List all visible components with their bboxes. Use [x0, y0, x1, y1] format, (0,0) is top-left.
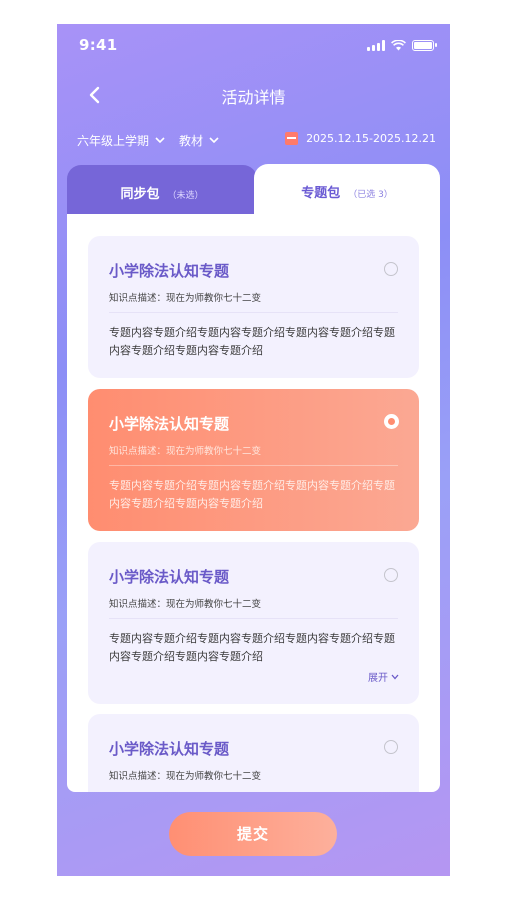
grade-filter-label: 六年级上学期: [77, 134, 150, 148]
tab-sync-label: 同步包: [120, 187, 160, 202]
grade-filter[interactable]: 六年级上学期: [77, 132, 165, 149]
chevron-down-icon: [391, 674, 399, 679]
divider: [109, 618, 398, 619]
signal-icon: [367, 40, 385, 51]
radio-icon[interactable]: [384, 568, 398, 582]
topic-list-panel: 小学除法认知专题 知识点描述：现在为师教你七十二变 专题内容专题介绍专题内容专题…: [67, 214, 440, 792]
topic-card[interactable]: 小学除法认知专题 知识点描述：现在为师教你七十二变 专题内容专题介绍专题内容专题…: [88, 236, 419, 378]
textbook-filter[interactable]: 教材: [179, 132, 219, 149]
submit-button[interactable]: 提交: [169, 812, 337, 856]
topic-card[interactable]: 小学除法认知专题 知识点描述：现在为师教你七十二变 专题内容专题介绍专题内容专题…: [88, 542, 419, 704]
date-range-text: 2025.12.15-2025.12.21: [306, 132, 436, 145]
radio-selected-icon[interactable]: [384, 414, 399, 429]
navbar: 活动详情: [57, 82, 450, 112]
topic-card-selected[interactable]: 小学除法认知专题 知识点描述：现在为师教你七十二变 专题内容专题介绍专题内容专题…: [88, 389, 419, 531]
status-time: 9:41: [79, 36, 118, 54]
topic-card-body: 专题内容专题介绍专题内容专题介绍专题内容专题介绍专题内容专题介绍专题内容专题介绍: [109, 632, 395, 663]
expand-label: 展开: [368, 673, 388, 684]
page-title: 活动详情: [221, 88, 286, 107]
topic-card-desc: 知识点描述：现在为师教你七十二变: [109, 293, 262, 304]
chevron-down-icon: [155, 137, 165, 144]
topic-card-body: 专题内容专题介绍专题内容专题介绍专题内容专题介绍专题内容专题介绍专题内容专题介绍: [109, 479, 395, 510]
textbook-filter-label: 教材: [179, 134, 204, 148]
topic-card-body: 专题内容专题介绍专题内容专题介绍专题内容专题介绍专题内容专题介绍专题内容专题介绍: [109, 326, 395, 357]
wifi-icon: [391, 40, 406, 51]
status-icons: [367, 40, 437, 51]
topic-card-title: 小学除法认知专题: [109, 262, 230, 280]
topic-card[interactable]: 小学除法认知专题 知识点描述：现在为师教你七十二变: [88, 714, 419, 792]
topic-card-title: 小学除法认知专题: [109, 740, 230, 758]
tab-topic-label: 专题包: [301, 186, 341, 201]
calendar-icon: [285, 132, 299, 145]
topic-card-desc: 知识点描述：现在为师教你七十二变: [109, 446, 262, 457]
status-bar: 9:41: [57, 24, 450, 70]
tab-topic-sub: （已选 3）: [348, 190, 393, 200]
radio-icon[interactable]: [384, 262, 398, 276]
topic-card-desc: 知识点描述：现在为师教你七十二变: [109, 599, 262, 610]
divider: [109, 465, 398, 466]
divider: [109, 312, 398, 313]
tab-sync-sub: （未选）: [167, 191, 204, 201]
battery-icon: [412, 40, 437, 51]
radio-icon[interactable]: [384, 740, 398, 754]
phone-screen: 9:41 活动详情 六年级上学期 教材 2025.12.15-2025.12.2…: [57, 24, 450, 876]
topic-card-title: 小学除法认知专题: [109, 568, 230, 586]
tab-topic-package[interactable]: 专题包 （已选 3）: [254, 164, 440, 218]
chevron-down-icon: [209, 137, 219, 144]
topic-card-title: 小学除法认知专题: [109, 415, 230, 433]
expand-button[interactable]: 展开: [368, 669, 399, 684]
filter-bar: 六年级上学期 教材: [77, 132, 219, 149]
topic-card-desc: 知识点描述：现在为师教你七十二变: [109, 771, 262, 782]
tab-sync-package[interactable]: 同步包 （未选）: [67, 165, 257, 215]
date-range: 2025.12.15-2025.12.21: [285, 132, 436, 145]
